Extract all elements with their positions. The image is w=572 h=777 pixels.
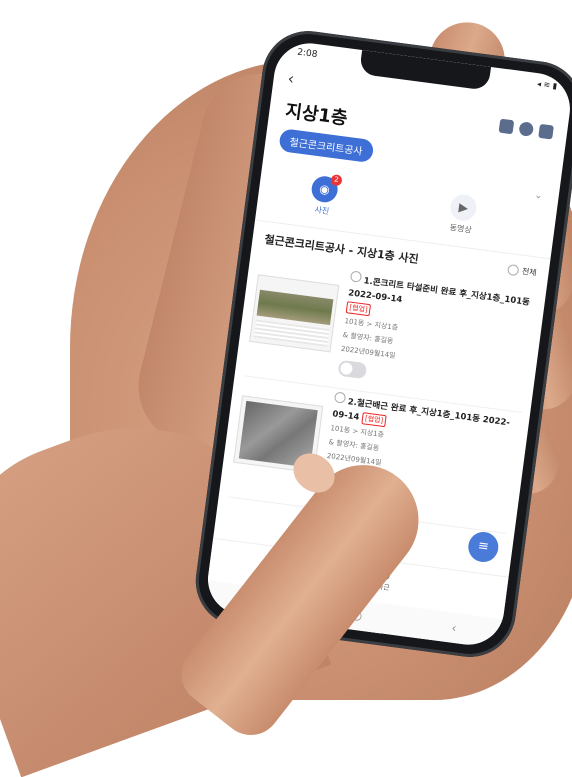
page-title: 지상1층 xyxy=(284,100,349,130)
system-back-button[interactable]: ‹ xyxy=(451,621,458,636)
printer-icon[interactable] xyxy=(498,118,515,135)
site-photo xyxy=(256,289,334,326)
item-toggle[interactable] xyxy=(337,359,368,380)
category-chip[interactable]: 철근콘크리트공사 xyxy=(278,128,375,164)
home-icon[interactable] xyxy=(538,123,554,140)
tab-photo-label: 사진 xyxy=(313,205,330,217)
hamburger-icon[interactable]: ≡ xyxy=(466,530,501,564)
tab-photo[interactable]: ◉ 2 사진 xyxy=(291,172,356,219)
gear-icon[interactable] xyxy=(518,121,535,137)
camera-icon: ◉ 2 xyxy=(310,174,343,204)
item-select-radio[interactable] xyxy=(333,391,347,404)
item-tag: [협업] xyxy=(361,412,387,428)
video-icon: ▶ xyxy=(448,192,479,223)
item-location: 101동 > 지상1층 xyxy=(330,424,385,440)
item-tag: [협업] xyxy=(345,301,372,317)
select-all-label: 전체 xyxy=(521,266,538,278)
header-actions xyxy=(498,118,554,140)
item-title: 1.콘크리트 타설준비 완료 후_지상1층_101동 2022-09-14 xyxy=(347,276,531,308)
tab-video[interactable]: ▶ 동영상 xyxy=(430,191,495,238)
item-details: 1.콘크리트 타설준비 완료 후_지상1층_101동 2022-09-14 [협… xyxy=(340,270,534,379)
item-author: & 촬영자: 홍길동 xyxy=(328,438,380,453)
status-icons: ◂ ≋ ▮ xyxy=(536,79,558,91)
tab-video-label: 동영상 xyxy=(449,222,473,235)
item-location: 101동 > 지상1층 xyxy=(344,317,399,333)
back-button[interactable]: ‹ xyxy=(287,69,296,89)
select-all-radio[interactable] xyxy=(507,263,520,277)
status-time: 2:08 xyxy=(296,47,318,61)
photo-thumbnail[interactable] xyxy=(249,274,340,353)
item-date: 2022년09월14일 xyxy=(340,344,396,360)
chevron-down-icon[interactable]: ⌄ xyxy=(534,190,544,202)
item-author: & 촬영자: 홍길동 xyxy=(342,330,394,346)
item-select-radio[interactable] xyxy=(349,270,363,283)
photo-count-badge: 2 xyxy=(330,174,343,187)
